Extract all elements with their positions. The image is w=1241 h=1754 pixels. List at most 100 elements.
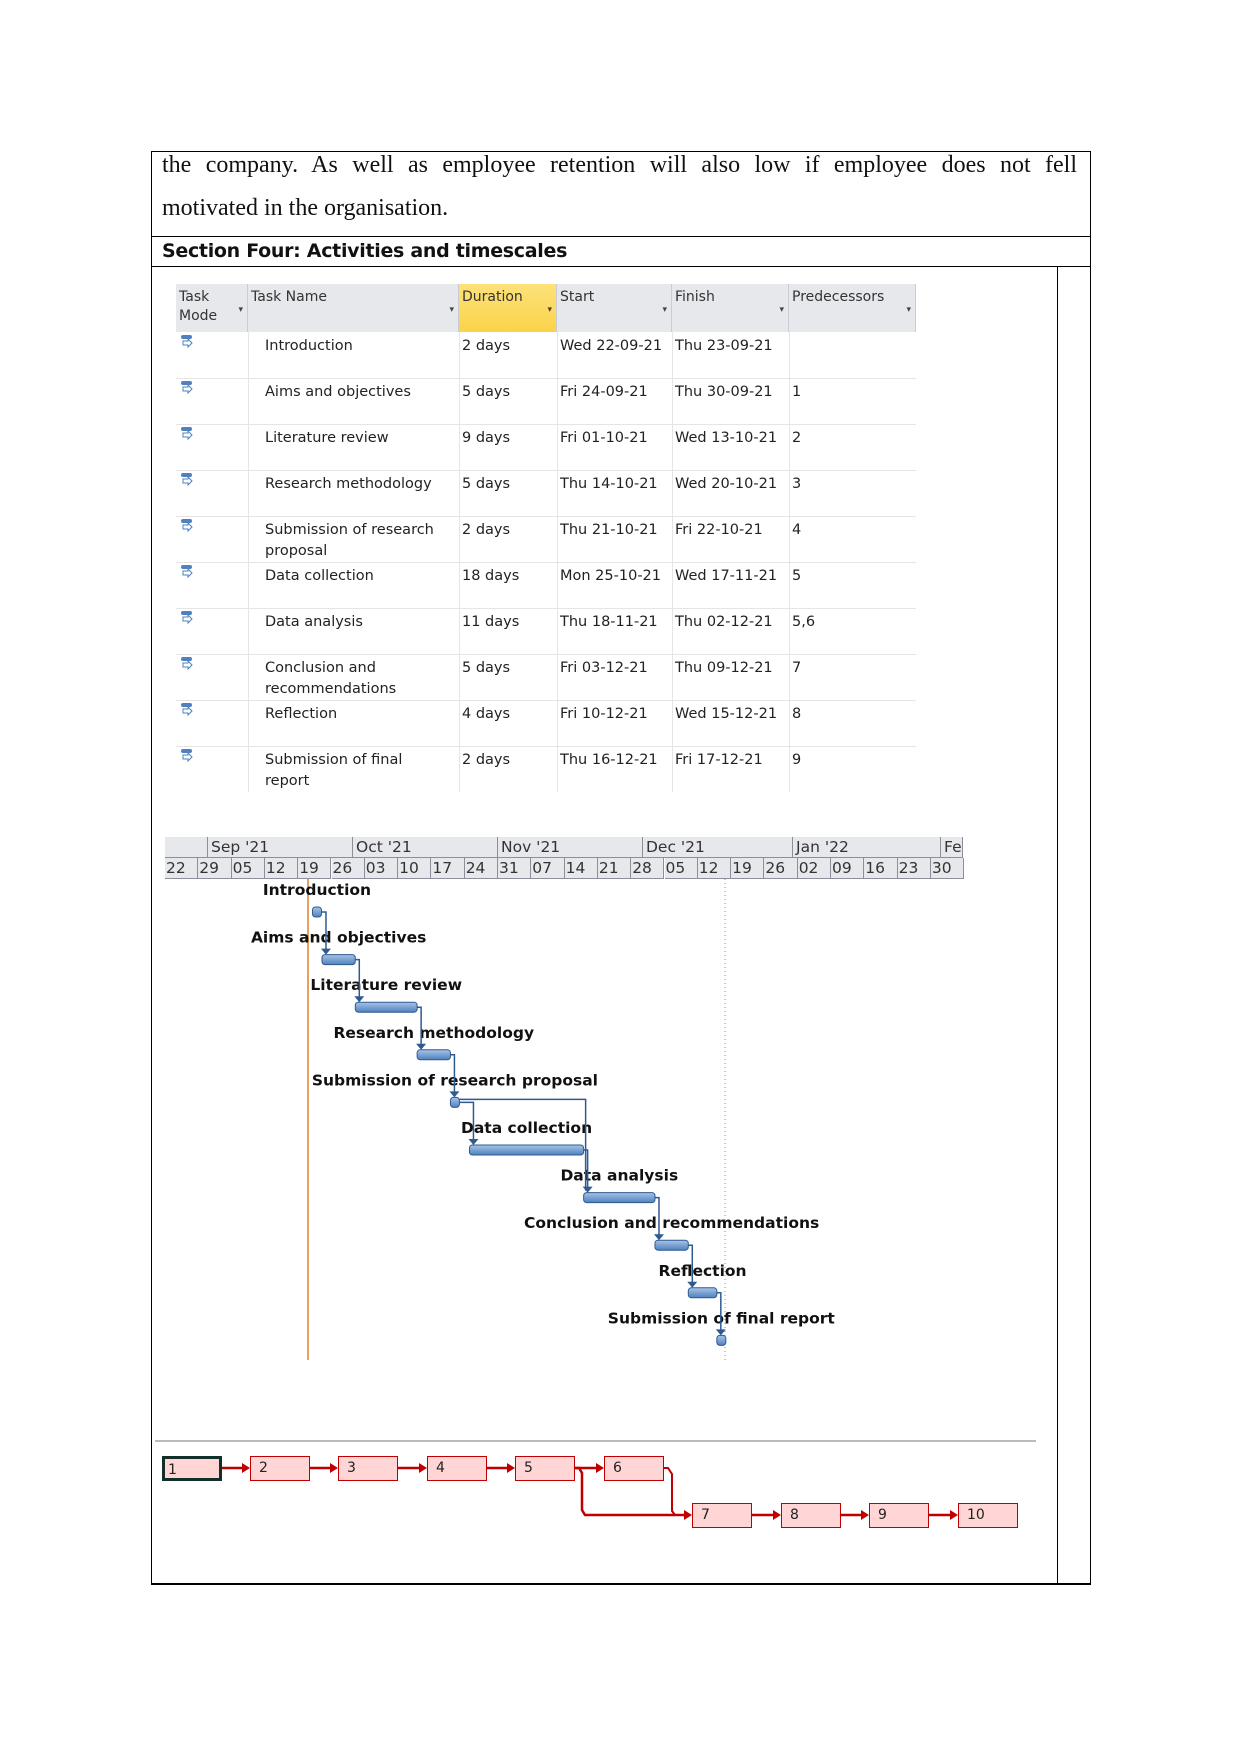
cell-pred: 5,6 [792, 614, 816, 630]
gantt-bar-label: Literature review [310, 976, 462, 994]
gantt-bar-label: Introduction [263, 881, 371, 899]
arrow-head-icon [242, 1463, 250, 1473]
arrow-head-icon [354, 996, 365, 1003]
network-node-2[interactable]: 2 [250, 1456, 310, 1481]
timescale-week: 02 [797, 858, 831, 879]
cell-pred: 5 [792, 568, 802, 584]
column-header-pred[interactable]: Predecessors ▾ [789, 284, 916, 332]
cell-pred: 3 [792, 476, 802, 492]
arrow-head-icon [582, 1186, 593, 1193]
header-label: Task Name [251, 289, 327, 305]
cell-start: Thu 18-11-21 [560, 614, 658, 630]
network-node-6[interactable]: 6 [604, 1456, 664, 1481]
arrow-head-icon [861, 1510, 869, 1520]
gantt-bar [687, 1287, 718, 1299]
network-node-9[interactable]: 9 [869, 1503, 929, 1528]
cell-finish: Wed 20-10-21 [675, 476, 778, 492]
cell-pred: 8 [792, 706, 802, 722]
cell-finish: Thu 09-12-21 [675, 660, 773, 676]
cell-start: Fri 03-12-21 [560, 660, 648, 676]
cell-start: Thu 16-12-21 [560, 752, 658, 768]
gantt-bar-label: Data analysis [560, 1167, 678, 1185]
cell-name: Conclusion and recommendations [265, 660, 397, 697]
network-node-4[interactable]: 4 [427, 1456, 487, 1481]
arrow-head-icon [684, 1510, 692, 1520]
dropdown-arrow-icon[interactable]: ▾ [662, 301, 667, 320]
header-label: Start [560, 289, 595, 305]
timescale-week: 10 [398, 858, 432, 879]
cell-finish: Fri 17-12-21 [675, 752, 763, 768]
network-node-7[interactable]: 7 [692, 1503, 752, 1528]
cell-pred: 7 [792, 660, 802, 676]
network-node-5[interactable]: 5 [515, 1456, 575, 1481]
cell-start: Fri 01-10-21 [560, 430, 648, 446]
timescale-week: 31 [498, 858, 532, 879]
cell-duration: 2 days [462, 522, 511, 538]
column-header-duration[interactable]: Duration ▾ [459, 284, 557, 332]
dropdown-arrow-icon[interactable]: ▾ [449, 301, 454, 320]
document-page: the company. As well as employee retenti… [0, 0, 1241, 1754]
timescale-month: Oct '21 [353, 837, 498, 858]
timescale-month [165, 837, 208, 858]
arrow-head-icon [507, 1463, 515, 1473]
cell-duration: 5 days [462, 660, 511, 676]
auto-schedule-icon [180, 472, 194, 487]
cell-name: Data analysis [265, 614, 363, 630]
timescale-week: 28 [631, 858, 665, 879]
timescale-week: 09 [831, 858, 865, 879]
dropdown-arrow-icon[interactable]: ▾ [238, 301, 243, 320]
auto-schedule-icon [180, 748, 194, 763]
network-node-1[interactable]: 1 [162, 1456, 222, 1481]
arrow-head-icon [330, 1463, 338, 1473]
column-header-mode[interactable]: Task Mode ▾ [176, 284, 248, 332]
cell-finish: Wed 13-10-21 [675, 430, 778, 446]
arrow-head-icon [416, 1043, 427, 1050]
timescale-week: 21 [597, 858, 632, 879]
cell-finish: Thu 02-12-21 [675, 614, 773, 630]
gantt-bar [583, 1192, 656, 1204]
network-node-3[interactable]: 3 [338, 1456, 398, 1481]
gantt-bar [416, 1049, 451, 1061]
column-header-name[interactable]: Task Name ▾ [248, 284, 459, 332]
timescale-week: 07 [531, 858, 565, 879]
timescale-week: 24 [464, 858, 498, 879]
dropdown-arrow-icon[interactable]: ▾ [906, 301, 911, 320]
cell-pred [789, 332, 889, 340]
header-label: Predecessors [792, 289, 885, 305]
dropdown-arrow-icon[interactable]: ▾ [547, 301, 552, 320]
timescale-week: 17 [431, 858, 465, 879]
cell-finish: Fri 22-10-21 [675, 522, 763, 538]
cell-start: Thu 14-10-21 [560, 476, 658, 492]
network-node-10[interactable]: 10 [958, 1503, 1018, 1528]
cell-duration: 2 days [462, 338, 511, 354]
network-link [664, 1467, 676, 1516]
cell-duration: 4 days [462, 706, 511, 722]
network-node-8[interactable]: 8 [781, 1503, 841, 1528]
dropdown-arrow-icon[interactable]: ▾ [779, 301, 784, 320]
arrow-head-icon [419, 1463, 427, 1473]
timescale-week: 03 [364, 858, 399, 879]
arrow-head-icon [320, 948, 331, 955]
timescale-month: Nov '21 [498, 837, 643, 858]
column-header-start[interactable]: Start ▾ [557, 284, 672, 332]
auto-schedule-icon [180, 334, 194, 349]
gantt-bar-label: Research methodology [333, 1024, 534, 1042]
timescale-week: 19 [731, 858, 765, 879]
column-header-finish[interactable]: Finish ▾ [672, 284, 789, 332]
auto-schedule-icon [180, 518, 194, 533]
cell-pred: 4 [792, 522, 802, 538]
timescale-week: 30 [930, 858, 965, 879]
cell-start: Fri 10-12-21 [560, 706, 648, 722]
gantt-bar [354, 1001, 418, 1013]
arrow-head-icon [449, 1091, 460, 1098]
timescale-week: 26 [331, 858, 365, 879]
gantt-bar [311, 906, 322, 918]
cell-duration: 11 days [462, 614, 520, 630]
cell-name: Literature review [265, 430, 389, 446]
arrow-head-icon [950, 1510, 958, 1520]
gantt-bar [321, 954, 356, 966]
cell-duration: 9 days [462, 430, 511, 446]
timescale-month: Fe [941, 837, 963, 858]
timescale-week: 23 [897, 858, 931, 879]
header-label: Finish [675, 289, 715, 305]
